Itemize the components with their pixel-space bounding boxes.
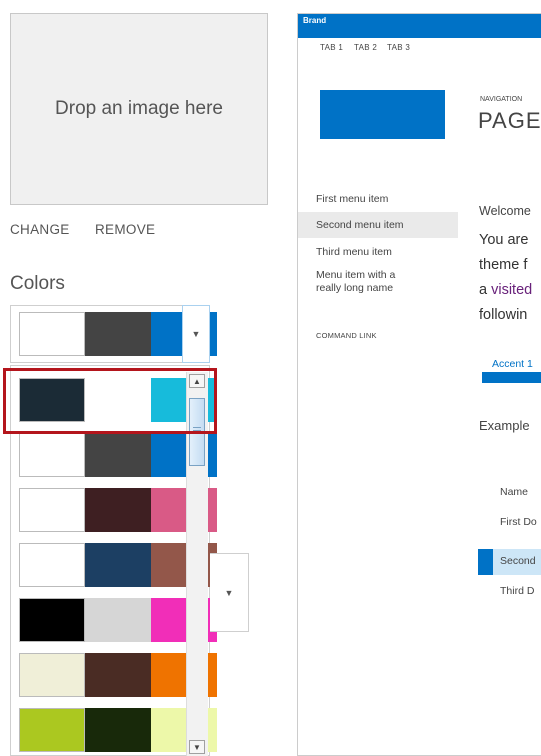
- color-scheme-dropdown-button[interactable]: ▼: [182, 305, 210, 363]
- theme-preview-panel: Brand TAB 1 TAB 2 TAB 3 NAVIGATION PAGE …: [297, 13, 541, 756]
- color-swatch: [85, 653, 151, 697]
- change-link[interactable]: CHANGE: [10, 222, 70, 237]
- secondary-select-dropdown[interactable]: ▼: [210, 553, 249, 632]
- visited-link[interactable]: visited: [491, 282, 532, 298]
- menu-item-long-line1: Menu item with a: [316, 269, 396, 281]
- tab-1[interactable]: TAB 1: [320, 43, 343, 52]
- menu-item-third[interactable]: Third menu item: [316, 246, 392, 259]
- image-drop-zone[interactable]: Drop an image here: [10, 13, 268, 205]
- accent-1-bar: [482, 372, 541, 383]
- page-title: PAGE: [478, 108, 541, 133]
- table-header-name: Name: [500, 486, 529, 498]
- menu-item-first[interactable]: First menu item: [316, 193, 388, 206]
- drop-zone-label: Drop an image here: [55, 98, 223, 119]
- welcome-heading: Welcome: [479, 204, 531, 218]
- color-swatch: [19, 598, 85, 642]
- menu-item-second[interactable]: Second menu item: [298, 212, 458, 238]
- color-swatch: [85, 312, 151, 356]
- table-row[interactable]: First Do: [500, 516, 537, 528]
- color-swatch: [85, 433, 151, 477]
- table-row-selected[interactable]: Second: [500, 555, 536, 567]
- color-swatch: [85, 598, 151, 642]
- preview-top-bar: Brand: [298, 14, 541, 38]
- body-text-prefix: a: [479, 282, 492, 298]
- chevron-down-icon: ▼: [191, 329, 201, 339]
- color-swatch: [85, 708, 151, 752]
- color-swatch: [19, 312, 85, 356]
- remove-link[interactable]: REMOVE: [95, 222, 155, 237]
- body-text-line3: a visited: [479, 282, 532, 298]
- scroll-down-icon[interactable]: ▼: [189, 740, 205, 754]
- color-swatch: [85, 488, 151, 532]
- preview-tab-bar: TAB 1 TAB 2 TAB 3: [298, 38, 541, 58]
- tab-2[interactable]: TAB 2: [354, 43, 377, 52]
- tab-3[interactable]: TAB 3: [387, 43, 410, 52]
- menu-item-long-line2: really long name: [316, 282, 394, 294]
- brand-label: Brand: [303, 16, 327, 25]
- colors-heading: Colors: [10, 273, 65, 294]
- color-swatch: [19, 433, 85, 477]
- color-swatch: [85, 543, 151, 587]
- body-text-line2: theme f: [479, 257, 528, 273]
- logo-placeholder: [320, 90, 445, 139]
- color-swatch: [19, 543, 85, 587]
- body-text-line1: You are: [479, 232, 529, 248]
- example-heading: Example: [479, 418, 530, 433]
- body-text-line4: followin: [479, 307, 528, 323]
- table-row[interactable]: Third D: [500, 585, 534, 597]
- command-link[interactable]: COMMAND LINK: [316, 331, 377, 340]
- navigation-label: NAVIGATION: [480, 96, 523, 103]
- color-swatch: [19, 488, 85, 532]
- accent-1-label: Accent 1: [492, 358, 533, 370]
- chevron-down-icon: ▼: [224, 587, 234, 598]
- highlighted-option-frame: [3, 368, 217, 434]
- menu-item-long[interactable]: Menu item with a really long name: [316, 269, 395, 295]
- color-swatch: [19, 653, 85, 697]
- color-swatch: [19, 708, 85, 752]
- selected-row-marker: [478, 549, 493, 575]
